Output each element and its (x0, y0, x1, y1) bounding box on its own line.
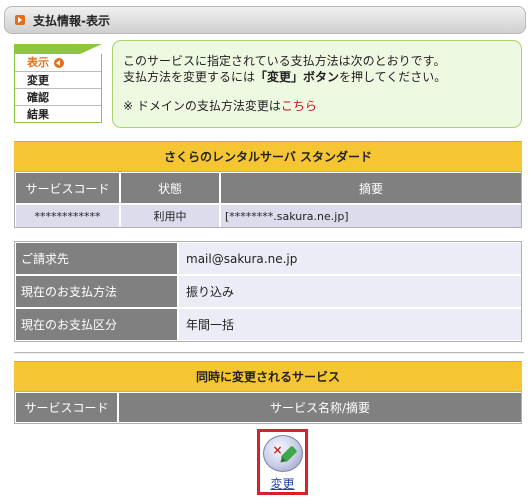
change-button[interactable]: × 変更 (257, 429, 308, 495)
billing-email-value: mail@sakura.ne.jp (179, 243, 521, 274)
service-table-title: さくらのレンタルサーバ スタンダード (14, 141, 522, 171)
billing-info-table: ご請求先 mail@sakura.ne.jp 現在のお支払方法 振り込み 現在の… (14, 241, 522, 342)
info-line-1: このサービスに指定されている支払方法は次のとおりです。 (123, 54, 446, 68)
related-services-table: サービスコード サービス名称/摘要 (14, 391, 522, 424)
col-header-service-code: サービスコード (16, 393, 117, 422)
page-header: 支払情報-表示 (4, 6, 526, 34)
step-label: 確認 (27, 90, 49, 104)
page-title: 支払情報-表示 (33, 13, 110, 28)
cell-summary: [********.sakura.ne.jp] (221, 205, 521, 227)
cell-status: 利用中 (121, 205, 219, 227)
payment-method-value: 振り込み (179, 276, 521, 307)
change-button-label[interactable]: 変更 (270, 475, 294, 492)
domain-note: ※ ドメインの支払方法変更はこちら (123, 98, 521, 114)
current-step-arrow-icon (54, 57, 64, 68)
col-header-service-name: サービス名称/摘要 (119, 393, 521, 422)
close-mark-icon: × (272, 443, 283, 457)
domain-payment-link[interactable]: こちら (281, 99, 317, 113)
edit-icon: × (262, 435, 303, 472)
info-line-2-suffix: を押してください。 (339, 70, 447, 84)
step-label: 変更 (27, 73, 49, 87)
arrow-right-icon (15, 15, 25, 25)
step-display: 表示 (15, 54, 101, 71)
section-divider (14, 352, 524, 354)
payment-term-label: 現在のお支払区分 (16, 309, 177, 340)
billing-label: ご請求先 (16, 243, 177, 274)
col-header-service-code: サービスコード (16, 173, 119, 203)
col-header-summary: 摘要 (221, 173, 521, 203)
step-confirm: 確認 (15, 88, 101, 105)
service-table: サービスコード 状態 摘要 ************ 利用中 [********… (14, 171, 522, 228)
col-header-status: 状態 (121, 173, 219, 203)
cell-service-code: ************ (16, 205, 119, 227)
info-message-box: このサービスに指定されている支払方法は次のとおりです。 支払方法を変更するには「… (112, 40, 522, 128)
payment-term-value: 年間一括 (179, 309, 521, 340)
step-label: 表示 (27, 56, 49, 69)
step-tab-decoration (14, 44, 102, 54)
info-line-2-button-name: 「変更」ボタン (255, 70, 340, 84)
payment-method-label: 現在のお支払方法 (16, 276, 177, 307)
info-line-2: 支払方法を変更するには「変更」ボタンを押してください。 (123, 69, 521, 85)
info-line-2-prefix: 支払方法を変更するには (123, 70, 256, 84)
step-result: 結果 (15, 105, 101, 122)
related-services-title: 同時に変更されるサービス (14, 361, 522, 391)
step-label: 結果 (27, 107, 49, 121)
step-navigation: 表示 変更 確認 結果 (14, 44, 102, 123)
domain-note-text: ※ ドメインの支払方法変更は (123, 99, 281, 113)
step-change: 変更 (15, 71, 101, 88)
